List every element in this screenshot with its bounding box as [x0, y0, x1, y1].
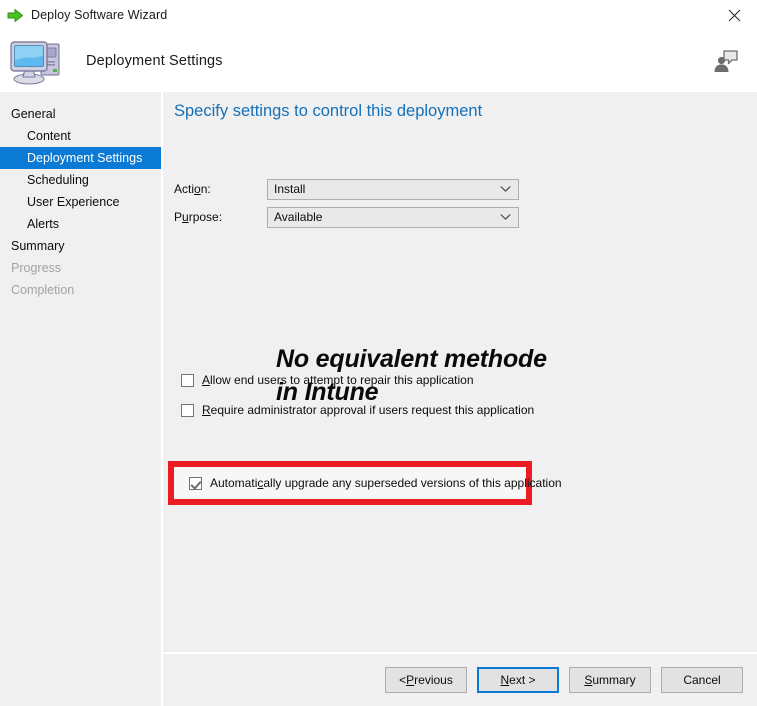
auto-upgrade-label: Automatically upgrade any superseded ver…: [210, 476, 562, 490]
previous-button-pre: <: [399, 673, 406, 687]
sidebar-item-summary[interactable]: Summary: [0, 235, 161, 257]
chevron-down-icon: [500, 186, 511, 193]
cancel-button[interactable]: Cancel: [661, 667, 743, 693]
allow-repair-label-key: A: [202, 373, 210, 387]
action-value: Install: [274, 182, 305, 196]
previous-button-key: P: [406, 673, 414, 687]
deploy-software-wizard-window: Deploy Software Wizard Deployment Sett: [0, 0, 757, 706]
previous-button[interactable]: < Previous: [385, 667, 467, 693]
action-label-pre: Acti: [174, 182, 194, 196]
purpose-label: Purpose:: [174, 210, 267, 224]
require-approval-label-key: R: [202, 403, 211, 417]
annotation-text: No equivalent methode in Intune: [276, 343, 547, 409]
summary-button[interactable]: Summary: [569, 667, 651, 693]
summary-button-key: S: [584, 673, 592, 687]
require-approval-checkbox[interactable]: [181, 404, 194, 417]
sidebar-item-deployment-settings[interactable]: Deployment Settings: [0, 147, 161, 169]
feedback-person-icon: [713, 48, 739, 74]
allow-repair-checkbox[interactable]: [181, 374, 194, 387]
next-button[interactable]: Next >: [477, 667, 559, 693]
next-button-key: N: [500, 673, 509, 687]
auto-upgrade-checkbox[interactable]: [189, 477, 202, 490]
computer-icon: [8, 35, 64, 87]
wizard-footer: < Previous Next > Summary Cancel: [163, 652, 757, 706]
sidebar-item-general[interactable]: General: [0, 103, 161, 125]
header-title: Deployment Settings: [86, 53, 223, 69]
purpose-row: Purpose: Available: [174, 206, 544, 228]
close-icon: [728, 9, 741, 22]
content-inner: Specify settings to control this deploym…: [163, 92, 757, 652]
deployment-form: Action: Install Purpose: Available: [174, 178, 544, 234]
sidebar-item-completion: Completion: [0, 279, 161, 301]
sidebar-item-scheduling[interactable]: Scheduling: [0, 169, 161, 191]
close-button[interactable]: [712, 0, 757, 30]
auto-upgrade-label-post: ally upgrade any superseded versions of …: [263, 476, 561, 490]
window-title: Deploy Software Wizard: [31, 8, 167, 22]
cancel-button-pre: Cancel: [683, 673, 720, 687]
wizard-header: Deployment Settings: [0, 30, 757, 92]
purpose-label-key: u: [182, 210, 189, 224]
purpose-dropdown[interactable]: Available: [267, 207, 519, 228]
previous-button-post: revious: [414, 673, 453, 687]
action-label: Action:: [174, 182, 267, 196]
action-label-post: n:: [201, 182, 211, 196]
purpose-value: Available: [274, 210, 322, 224]
feedback-button[interactable]: [711, 46, 741, 76]
next-button-post: ext >: [509, 673, 535, 687]
sidebar-item-user-experience[interactable]: User Experience: [0, 191, 161, 213]
title-bar: Deploy Software Wizard: [0, 0, 757, 30]
auto-upgrade-checkbox-row[interactable]: Automatically upgrade any superseded ver…: [189, 476, 562, 490]
purpose-label-pre: P: [174, 210, 182, 224]
green-arrow-icon: [7, 7, 24, 24]
action-label-key: o: [194, 182, 201, 196]
action-row: Action: Install: [174, 178, 544, 200]
purpose-label-post: rpose:: [189, 210, 222, 224]
wizard-content: Specify settings to control this deploym…: [163, 92, 757, 706]
action-dropdown[interactable]: Install: [267, 179, 519, 200]
supersedence-highlight-box: Automatically upgrade any superseded ver…: [168, 461, 532, 505]
summary-button-post: ummary: [592, 673, 635, 687]
sidebar-item-content[interactable]: Content: [0, 125, 161, 147]
page-title: Specify settings to control this deploym…: [174, 102, 482, 121]
wizard-body: General Content Deployment Settings Sche…: [0, 92, 757, 706]
chevron-down-icon: [500, 214, 511, 221]
sidebar-item-progress: Progress: [0, 257, 161, 279]
auto-upgrade-label-pre: Automati: [210, 476, 257, 490]
sidebar-item-alerts[interactable]: Alerts: [0, 213, 161, 235]
wizard-steps-sidebar: General Content Deployment Settings Sche…: [0, 92, 163, 706]
